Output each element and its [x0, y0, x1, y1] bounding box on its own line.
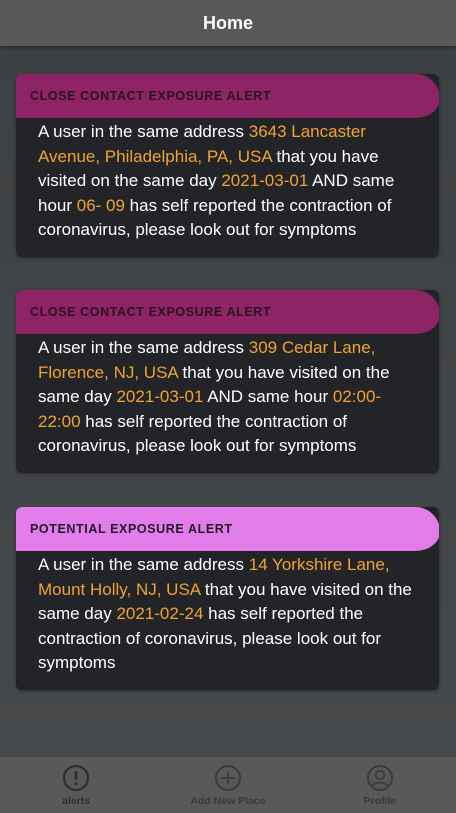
tab-label: alerts — [61, 795, 91, 807]
bottom-tab-bar: alerts Add New Place Profile — [0, 757, 456, 813]
app-header: Home — [0, 0, 456, 46]
tab-add-new-place[interactable]: Add New Place — [152, 757, 304, 813]
tab-label: Profile — [363, 795, 397, 807]
tab-profile[interactable]: Profile — [304, 757, 456, 813]
message-text: A user in the same address — [38, 122, 249, 141]
highlighted-detail: 2021-03-01 — [221, 171, 309, 190]
tab-label: Add New Place — [190, 795, 266, 807]
page-title: Home — [202, 12, 253, 33]
alert-card-header: CLOSE CONTACT EXPOSURE ALERT — [16, 74, 439, 118]
alert-circle-icon — [63, 765, 89, 791]
message-text: A user in the same address — [38, 555, 249, 574]
highlighted-detail: 2021-03-01 — [116, 387, 204, 406]
alert-message: A user in the same address 14 Yorkshire … — [16, 551, 439, 690]
alerts-list[interactable]: CLOSE CONTACT EXPOSURE ALERT A user in t… — [0, 46, 456, 757]
profile-icon — [367, 765, 393, 791]
add-circle-icon — [215, 765, 241, 791]
alert-card-header: POTENTIAL EXPOSURE ALERT — [16, 507, 439, 551]
alert-card[interactable]: POTENTIAL EXPOSURE ALERT A user in the s… — [16, 507, 439, 690]
alert-card[interactable]: CLOSE CONTACT EXPOSURE ALERT A user in t… — [16, 74, 439, 257]
tab-alerts[interactable]: alerts — [0, 757, 152, 813]
highlighted-detail: 06- 09 — [76, 195, 125, 215]
message-text: A user in the same address — [38, 338, 249, 357]
message-text: AND same hour — [203, 387, 333, 406]
message-text: has self reported the contraction of cor… — [38, 411, 357, 456]
alert-message: A user in the same address 3643 Lancaste… — [16, 118, 439, 257]
alert-card-header: CLOSE CONTACT EXPOSURE ALERT — [16, 290, 439, 334]
alert-card[interactable]: CLOSE CONTACT EXPOSURE ALERT A user in t… — [16, 290, 439, 473]
highlighted-detail: 2021-02-24 — [116, 604, 204, 623]
alert-message: A user in the same address 309 Cedar Lan… — [16, 334, 439, 473]
